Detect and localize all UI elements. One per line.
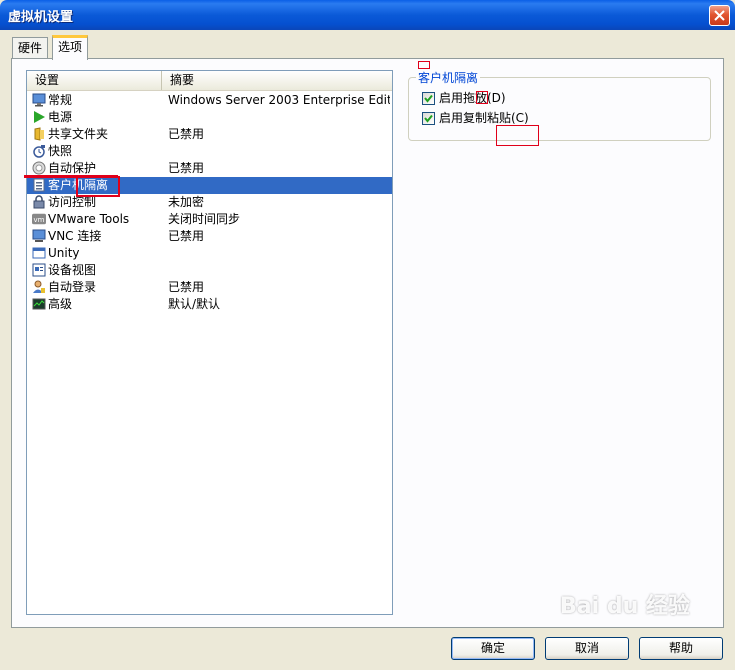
title-bar[interactable]: 虚拟机设置	[0, 0, 735, 30]
annotation-box	[476, 91, 488, 104]
snapshot-icon	[33, 145, 45, 158]
list-item-unity[interactable]: Unity	[27, 245, 392, 262]
list-item-vmware-tools[interactable]: vm VMware Tools 关闭时间同步	[27, 211, 392, 228]
help-button[interactable]: 帮助	[639, 637, 723, 660]
user-icon	[33, 280, 45, 293]
column-header-setting[interactable]: 设置	[27, 71, 162, 90]
play-icon	[34, 111, 45, 123]
cancel-button[interactable]: 取消	[545, 637, 629, 660]
window-title: 虚拟机设置	[8, 10, 74, 25]
tab-options[interactable]: 选项	[52, 35, 89, 60]
lock-icon	[33, 195, 45, 209]
list-item-power[interactable]: 电源	[27, 109, 392, 126]
folder-icon	[34, 127, 44, 141]
shield-icon	[32, 161, 46, 175]
isolation-icon	[33, 178, 45, 192]
baidu-watermark: Bai du 经验	[560, 594, 690, 619]
vmware-icon: vm	[32, 213, 46, 225]
vm-settings-dialog: 虚拟机设置 硬件 选项 设置 摘要 常规 Windows Server 2003…	[0, 0, 735, 670]
monitor-icon	[32, 93, 46, 107]
list-item-advanced[interactable]: 高级 默认/默认	[27, 296, 392, 313]
checkmark-icon	[424, 114, 433, 123]
list-item-device-view[interactable]: 设备视图	[27, 262, 392, 279]
list-item-shared-folders[interactable]: 共享文件夹 已禁用	[27, 126, 392, 143]
close-icon	[714, 10, 725, 21]
list-item-general[interactable]: 常规 Windows Server 2003 Enterprise Edit..…	[27, 92, 392, 109]
guest-isolation-group	[408, 77, 711, 141]
list-header: 设置 摘要	[27, 71, 392, 91]
list-item-snapshots[interactable]: 快照	[27, 143, 392, 160]
settings-list[interactable]: 设置 摘要 常规 Windows Server 2003 Enterprise …	[26, 70, 393, 615]
column-header-summary[interactable]: 摘要	[162, 71, 392, 90]
tab-hardware[interactable]: 硬件	[12, 37, 49, 59]
close-button[interactable]	[709, 5, 730, 26]
device-view-icon	[32, 263, 46, 277]
svg-text:vm: vm	[34, 216, 45, 224]
unity-icon	[32, 247, 46, 259]
list-item-autologin[interactable]: 自动登录 已禁用	[27, 279, 392, 296]
annotation-box	[76, 176, 120, 197]
ok-button[interactable]: 确定	[451, 637, 535, 660]
checkbox-box[interactable]	[422, 92, 435, 105]
checkbox-box[interactable]	[422, 112, 435, 125]
group-title: 客户机隔离	[416, 69, 481, 86]
chart-icon	[32, 298, 46, 310]
annotation-box	[496, 125, 539, 146]
annotation-box	[418, 61, 430, 69]
list-item-vnc[interactable]: VNC 连接 已禁用	[27, 228, 392, 245]
vnc-icon	[32, 229, 46, 242]
checkmark-icon	[424, 94, 433, 103]
